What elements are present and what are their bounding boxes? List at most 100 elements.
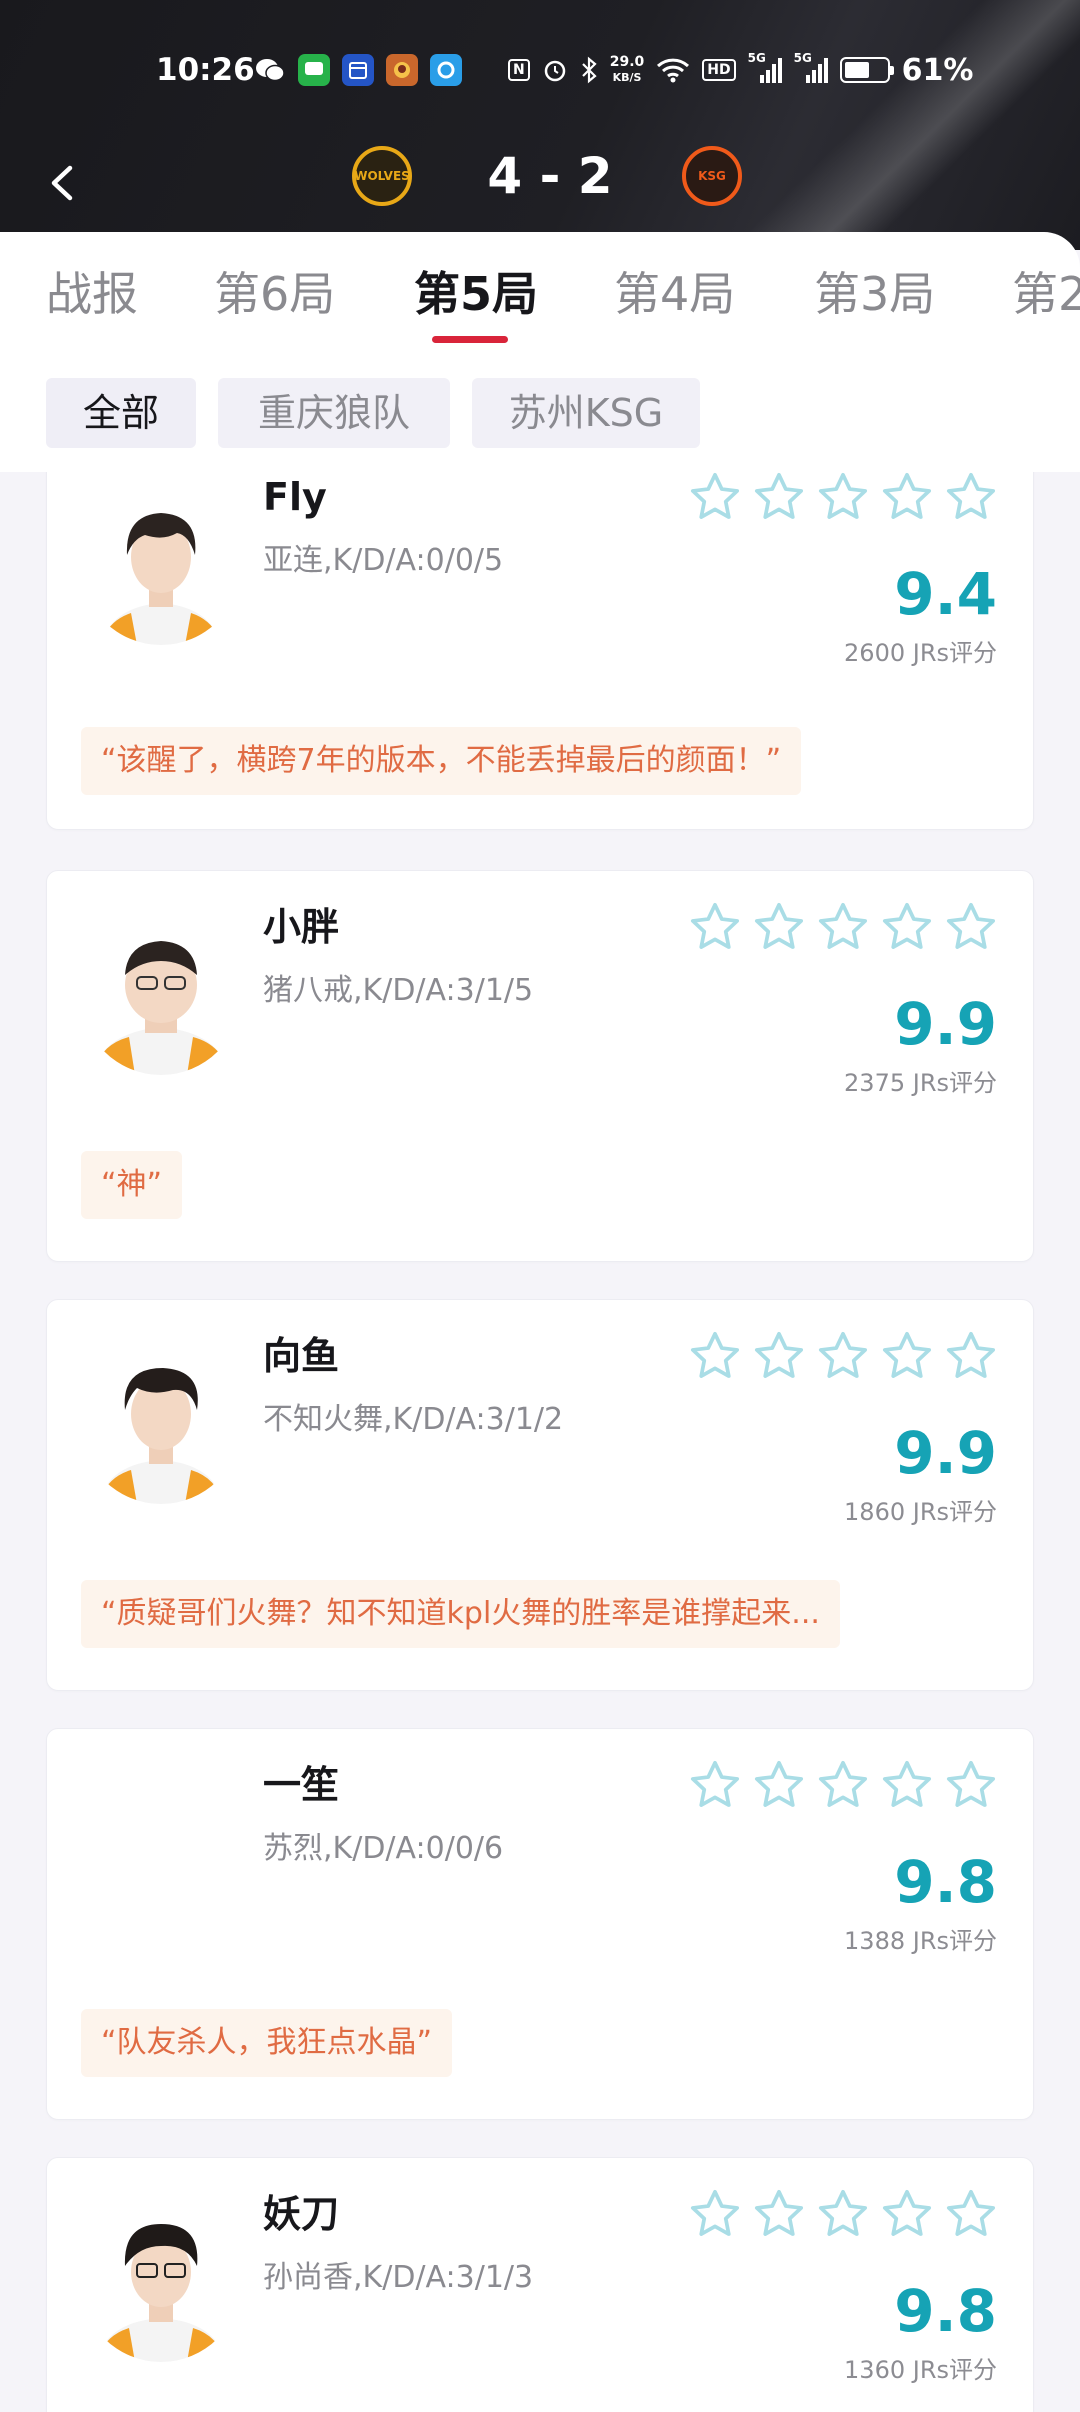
signal-label: 5G: [747, 51, 766, 65]
signal-icon: 5G: [794, 51, 828, 83]
star-icon[interactable]: [815, 1328, 871, 1384]
star-rating[interactable]: [687, 469, 999, 527]
tab-report[interactable]: 战报: [46, 262, 138, 326]
player-name: 妖刀: [263, 2192, 340, 2236]
back-arrow-icon[interactable]: [44, 158, 84, 208]
star-icon[interactable]: [879, 2186, 935, 2242]
star-icon[interactable]: [815, 899, 871, 955]
player-kda: 猪八戒,K/D/A:3/1/5: [263, 973, 534, 1008]
star-icon[interactable]: [687, 469, 743, 525]
team-ksg-logo[interactable]: KSG: [682, 146, 742, 206]
tab-game-6[interactable]: 第6局: [214, 262, 335, 326]
tab-game-2[interactable]: 第2: [1012, 262, 1080, 326]
player-name: Fly: [263, 475, 327, 519]
player-name: 向鱼: [263, 1334, 340, 1378]
filter-ksg[interactable]: 苏州KSG: [472, 378, 700, 448]
star-icon[interactable]: [943, 899, 999, 955]
messages-icon: [298, 54, 330, 86]
game-tabs: 战报 第6局 第5局 第4局 第3局 第2: [0, 262, 1080, 342]
system-indicators: N 29.0 KB/S HD 5G 5G 61%: [508, 51, 973, 88]
player-photo: [81, 1344, 241, 1504]
calendar-app-icon: [342, 54, 374, 86]
player-card[interactable]: 向鱼 不知火舞,K/D/A:3/1/2 9.9 1860 JRs评分 “质疑哥们…: [46, 1299, 1034, 1691]
star-icon[interactable]: [751, 469, 807, 525]
player-name: 一笙: [263, 1763, 340, 1807]
star-icon[interactable]: [879, 899, 935, 955]
player-avatar: [81, 1344, 241, 1504]
star-icon[interactable]: [815, 2186, 871, 2242]
star-icon[interactable]: [943, 2186, 999, 2242]
star-icon[interactable]: [879, 469, 935, 525]
player-kda: 亚连,K/D/A:0/0/5: [263, 543, 504, 578]
rating-count: 2375 JRs评分: [844, 1069, 997, 1097]
player-kda: 苏烈,K/D/A:0/0/6: [263, 1831, 504, 1866]
hd-badge: HD: [702, 59, 736, 81]
tab-panel: 战报 第6局 第5局 第4局 第3局 第2 全部 重庆狼队 苏州KSG: [0, 232, 1080, 472]
player-avatar: [81, 2202, 241, 2362]
player-rating-score: 9.9: [894, 990, 997, 1058]
rating-count: 2600 JRs评分: [844, 639, 997, 667]
player-card[interactable]: Fly 亚连,K/D/A:0/0/5 9.4 2600 JRs评分 “该醒了，横…: [46, 440, 1034, 830]
battery-fill: [844, 62, 869, 78]
star-rating[interactable]: [687, 899, 999, 957]
star-icon[interactable]: [751, 899, 807, 955]
star-icon[interactable]: [943, 469, 999, 525]
alarm-icon: [544, 60, 565, 82]
network-speed-value: 29.0: [609, 54, 645, 70]
signal-label: 5G: [793, 51, 812, 65]
top-comment[interactable]: “神”: [81, 1151, 183, 1219]
match-score: 4 - 2: [487, 147, 613, 205]
top-comment[interactable]: “该醒了，横跨7年的版本，不能丢掉最后的颜面！”: [81, 727, 802, 795]
header-decoration: [691, 0, 1080, 250]
player-card[interactable]: 妖刀 孙尚香,K/D/A:3/1/3 9.8 1360 JRs评分: [46, 2157, 1034, 2412]
wechat-icon: [254, 54, 286, 86]
player-avatar: [81, 915, 241, 1075]
network-speed-unit: KB/S: [612, 71, 642, 84]
player-rating-score: 9.8: [894, 2277, 997, 2345]
star-icon[interactable]: [751, 1757, 807, 1813]
player-name: 小胖: [263, 905, 340, 949]
player-card[interactable]: 小胖 猪八戒,K/D/A:3/1/5 9.9 2375 JRs评分 “神”: [46, 870, 1034, 1262]
player-rating-score: 9.4: [894, 560, 997, 628]
battery-icon: [839, 57, 894, 83]
star-icon[interactable]: [751, 2186, 807, 2242]
star-icon[interactable]: [687, 1757, 743, 1813]
status-bar: 10:26 N 29.0 KB/S HD 5G 5G 61%: [0, 48, 1080, 92]
player-avatar: [81, 485, 241, 645]
star-icon[interactable]: [751, 1328, 807, 1384]
star-icon[interactable]: [687, 899, 743, 955]
filter-wolves[interactable]: 重庆狼队: [218, 378, 450, 448]
rating-count: 1388 JRs评分: [844, 1927, 997, 1955]
star-rating[interactable]: [687, 1328, 999, 1386]
star-icon[interactable]: [943, 1328, 999, 1384]
star-rating[interactable]: [687, 2186, 999, 2244]
team-wolves-logo[interactable]: WOLVES: [352, 146, 412, 206]
top-comment[interactable]: “质疑哥们火舞？知不知道kpl火舞的胜率是谁撑起来...: [81, 1580, 840, 1648]
star-icon[interactable]: [943, 1757, 999, 1813]
nfc-icon: N: [508, 59, 530, 81]
star-icon[interactable]: [687, 1328, 743, 1384]
network-speed: 29.0 KB/S: [610, 55, 645, 85]
rating-count: 1360 JRs评分: [844, 2356, 997, 2384]
player-card[interactable]: 一笙 苏烈,K/D/A:0/0/6 9.8 1388 JRs评分 “队友杀人，我…: [46, 1728, 1034, 2120]
app-root: Fly 亚连,K/D/A:0/0/5 9.4 2600 JRs评分 “该醒了，横…: [0, 0, 1080, 2412]
tab-game-5[interactable]: 第5局: [414, 262, 538, 326]
player-avatar: [81, 1773, 241, 1933]
player-rating-score: 9.8: [894, 1848, 997, 1916]
star-icon[interactable]: [879, 1328, 935, 1384]
star-icon[interactable]: [815, 1757, 871, 1813]
star-icon[interactable]: [879, 1757, 935, 1813]
top-comment[interactable]: “队友杀人，我狂点水晶”: [81, 2009, 453, 2077]
star-icon[interactable]: [815, 469, 871, 525]
tab-game-3[interactable]: 第3局: [814, 262, 935, 326]
match-header: 10:26 N 29.0 KB/S HD 5G 5G 61% WOLVES 4 …: [0, 0, 1080, 250]
player-rating-score: 9.9: [894, 1419, 997, 1487]
filter-all[interactable]: 全部: [46, 378, 196, 448]
game-app-icon: [386, 54, 418, 86]
star-rating[interactable]: [687, 1757, 999, 1815]
bluetooth-icon: [581, 56, 597, 84]
status-time: 10:26: [156, 52, 255, 88]
star-icon[interactable]: [687, 2186, 743, 2242]
signal-icon: 5G: [748, 51, 782, 83]
tab-game-4[interactable]: 第4局: [614, 262, 735, 326]
